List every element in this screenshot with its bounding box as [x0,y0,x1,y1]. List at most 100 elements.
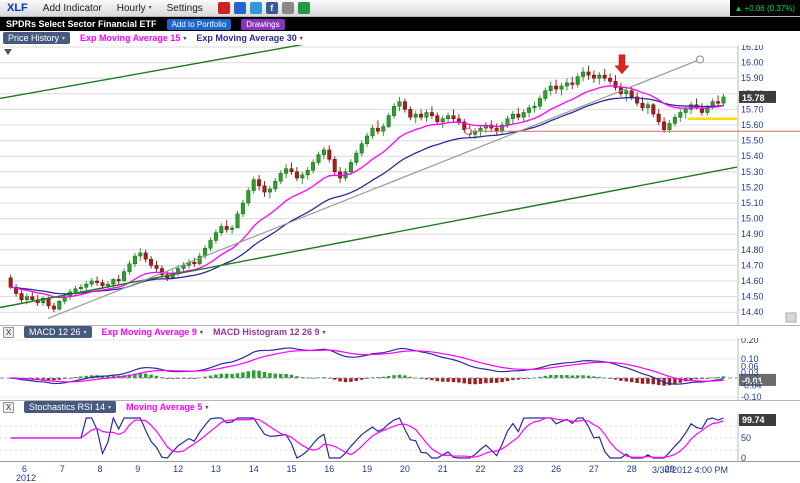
macd-chart[interactable]: 0.200.100.00-0.10-0.010.060.03-0.04 [0,338,800,400]
toolbar: XLF Add Indicator Hourly▾ Settings f ▲+0… [0,0,800,17]
macd-label: MACD 12 26 [29,327,81,337]
twitter-icon[interactable] [250,2,262,14]
stoch-rsi-chart[interactable]: 50099.74 [0,413,800,461]
trendline[interactable] [48,59,700,318]
stoch-ma-legend-dropdown[interactable]: Moving Average 5▾ [126,402,208,412]
svg-text:15.78: 15.78 [742,93,765,103]
svg-text:15.70: 15.70 [741,104,764,114]
chevron-down-icon: ▾ [200,330,203,336]
macd-signal-label: Exp Moving Average 9 [102,327,197,337]
date-label: 22 [476,464,486,474]
ema30-line [11,98,724,294]
chevron-down-icon: ▾ [300,36,303,42]
stoch-ma-label: Moving Average 5 [126,402,202,412]
stoch-close-button[interactable]: X [3,402,14,413]
date-label: 20 [400,464,410,474]
interval-dropdown[interactable]: Hourly▾ [117,3,152,14]
add-to-portfolio-button[interactable]: Add to Portfolio [167,19,232,30]
chevron-down-icon: ▾ [322,330,325,336]
resistance-endpoint-handle[interactable] [465,128,471,134]
macd-dropdown[interactable]: MACD 12 26▾ [24,326,92,338]
svg-text:15.00: 15.00 [741,214,764,224]
quote-change-display: ▲+0.06 (0.37%) [730,0,800,16]
stoch-panel-header: X Stochastics RSI 14▾ Moving Average 5▾ [0,400,800,413]
ema30-legend-dropdown[interactable]: Exp Moving Average 30 ▾ [196,33,302,43]
titlebar: SPDRs Select Sector Financial ETF Add to… [0,17,800,31]
price-chart[interactable]: 16.1016.0015.9015.8015.7015.6015.5015.40… [0,45,800,325]
price-history-dropdown[interactable]: Price History▾ [3,32,70,44]
scroll-corner[interactable] [786,313,796,322]
facebook-icon[interactable]: f [266,2,278,14]
date-label: 8 [98,464,103,474]
svg-text:15.40: 15.40 [741,151,764,161]
date-label: 16 [324,464,334,474]
svg-text:15.20: 15.20 [741,182,764,192]
charting-app-window: XLF Add Indicator Hourly▾ Settings f ▲+0… [0,0,800,483]
stoch-rsi-label: Stochastics RSI 14 [29,402,105,412]
channel-upper-line[interactable] [0,45,315,98]
quote-change-value: +0.06 (0.37%) [745,4,795,13]
date-label: 15 [287,464,297,474]
drawings-button[interactable]: Drawings [241,19,284,30]
svg-text:15.10: 15.10 [741,198,764,208]
date-label: 26 [551,464,561,474]
security-name: SPDRs Select Sector Financial ETF [6,19,157,29]
date-label: 21 [438,464,448,474]
alert-icon[interactable] [218,2,230,14]
svg-text:0.20: 0.20 [741,338,759,345]
svg-text:15.90: 15.90 [741,73,764,83]
ema30-label: Exp Moving Average 30 [196,33,296,43]
growth-icon[interactable] [298,2,310,14]
price-history-label: Price History [8,33,59,43]
macd-signal-line [11,350,724,382]
interval-value: Hourly [117,3,146,14]
ema15-label: Exp Moving Average 15 [80,33,180,43]
chevron-down-icon: ▾ [205,405,208,411]
svg-text:14.80: 14.80 [741,245,764,255]
svg-text:0.03: 0.03 [741,367,759,377]
chevron-down-icon: ▾ [84,330,87,336]
svg-text:-0.04: -0.04 [741,381,762,391]
symbol-input[interactable]: XLF [7,2,28,14]
svg-text:14.40: 14.40 [741,307,764,317]
svg-text:14.60: 14.60 [741,276,764,286]
date-label: 23 [513,464,523,474]
trendline-endpoint-handle[interactable] [697,56,704,63]
down-arrow-annotation[interactable] [615,55,629,74]
svg-text:50: 50 [741,433,751,443]
collapse-icon[interactable] [4,49,12,55]
last-timestamp: 3/30/2012 4:00 PM [652,465,728,475]
date-label: 27 [589,464,599,474]
ema15-legend-dropdown[interactable]: Exp Moving Average 15▾ [80,33,186,43]
bar-chart-icon[interactable] [234,2,246,14]
svg-text:15.30: 15.30 [741,167,764,177]
svg-text:15.60: 15.60 [741,120,764,130]
stats-icon[interactable] [282,2,294,14]
settings-button[interactable]: Settings [167,3,203,14]
svg-text:-0.10: -0.10 [741,392,762,400]
chevron-down-icon: ▾ [62,36,65,42]
svg-text:14.90: 14.90 [741,229,764,239]
stoch-rsi-dropdown[interactable]: Stochastics RSI 14▾ [24,401,116,413]
date-label: 28 [627,464,637,474]
date-label: 13 [211,464,221,474]
channel-lower-line[interactable] [0,167,737,307]
time-axis: 67891213141516192021222326272829 2012 3/… [0,461,800,483]
svg-text:14.50: 14.50 [741,292,764,302]
macd-close-button[interactable]: X [3,327,14,338]
date-label: 12 [173,464,183,474]
date-label: 19 [362,464,372,474]
svg-text:0: 0 [741,453,746,461]
macd-histogram-legend-dropdown[interactable]: MACD Histogram 12 26 9▾ [213,327,326,337]
date-label: 7 [60,464,65,474]
chevron-down-icon: ▾ [149,5,152,11]
add-indicator-button[interactable]: Add Indicator [43,3,102,14]
svg-text:16.00: 16.00 [741,58,764,68]
macd-signal-legend-dropdown[interactable]: Exp Moving Average 9▾ [102,327,203,337]
price-panel-header: Price History▾ Exp Moving Average 15▾ Ex… [0,31,800,45]
svg-text:14.70: 14.70 [741,260,764,270]
up-arrow-icon: ▲ [735,4,743,13]
chevron-down-icon: ▾ [183,36,186,42]
macd-histogram-label: MACD Histogram 12 26 9 [213,327,320,337]
date-label: 14 [249,464,259,474]
